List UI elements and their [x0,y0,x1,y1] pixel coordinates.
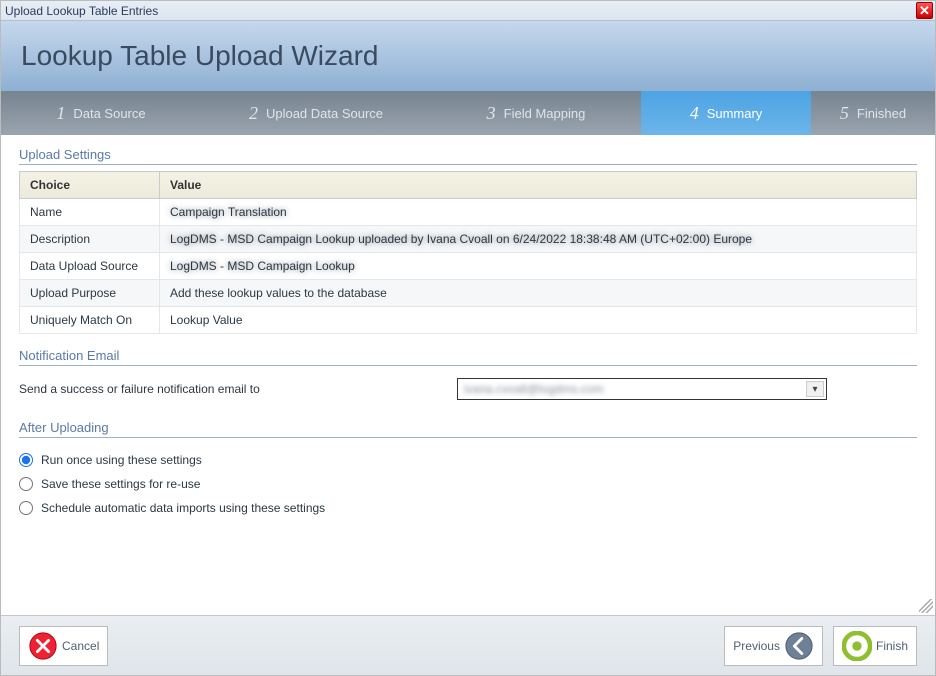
after-uploading-label: Schedule automatic data imports using th… [41,501,325,515]
step-summary[interactable]: 4 Summary [641,91,811,135]
col-value: Value [160,172,917,199]
wizard-banner: Lookup Table Upload Wizard [1,21,935,91]
setting-value: Add these lookup values to the database [160,280,917,307]
step-number: 3 [487,103,496,124]
step-finished[interactable]: 5 Finished [811,91,935,135]
step-data-source[interactable]: 1 Data Source [1,91,201,135]
cancel-icon [28,631,58,661]
after-uploading-option[interactable]: Save these settings for re-use [19,472,917,496]
after-uploading-label: Run once using these settings [41,453,202,467]
previous-button[interactable]: Previous [724,626,823,666]
table-row: DescriptionLogDMS - MSD Campaign Lookup … [20,226,917,253]
notification-email-title: Notification Email [19,348,917,366]
window-title: Upload Lookup Table Entries [5,4,158,18]
after-uploading-radio[interactable] [19,453,33,467]
table-row: NameCampaign Translation [20,199,917,226]
step-number: 5 [840,103,849,124]
content-area[interactable]: Upload Settings Choice Value NameCampaig… [1,135,935,615]
previous-label: Previous [733,639,780,653]
finish-button[interactable]: Finish [833,626,917,666]
step-label: Finished [857,106,906,121]
step-number: 1 [56,103,65,124]
step-number: 4 [690,103,699,124]
table-row: Uniquely Match OnLookup Value [20,307,917,334]
email-picker-button[interactable]: ▾ [806,381,824,397]
setting-value: LogDMS - MSD Campaign Lookup uploaded by… [160,226,917,253]
table-row: Data Upload SourceLogDMS - MSD Campaign … [20,253,917,280]
picker-icon: ▾ [812,384,817,395]
after-uploading-option[interactable]: Schedule automatic data imports using th… [19,496,917,520]
setting-choice: Upload Purpose [20,280,160,307]
after-uploading-radio[interactable] [19,477,33,491]
resize-grip[interactable] [919,599,933,613]
notification-row: Send a success or failure notification e… [19,372,917,406]
upload-settings-title: Upload Settings [19,147,917,165]
step-number: 2 [249,103,258,124]
notification-email-input[interactable]: ivana.cvoall@logdms.com ▾ [457,378,827,400]
upload-settings-table: Choice Value NameCampaign TranslationDes… [19,171,917,334]
table-row: Upload PurposeAdd these lookup values to… [20,280,917,307]
setting-choice: Name [20,199,160,226]
step-label: Upload Data Source [266,106,383,121]
setting-value: LogDMS - MSD Campaign Lookup [160,253,917,280]
finish-label: Finish [876,639,908,653]
step-upload-data-source[interactable]: 2 Upload Data Source [201,91,431,135]
after-uploading-label: Save these settings for re-use [41,477,200,491]
setting-choice: Uniquely Match On [20,307,160,334]
step-field-mapping[interactable]: 3 Field Mapping [431,91,641,135]
wizard-steps: 1 Data Source 2 Upload Data Source 3 Fie… [1,91,935,135]
cancel-button[interactable]: Cancel [19,626,108,666]
wizard-heading: Lookup Table Upload Wizard [21,40,378,72]
setting-choice: Description [20,226,160,253]
close-button[interactable]: ✕ [916,2,933,19]
setting-choice: Data Upload Source [20,253,160,280]
after-uploading-title: After Uploading [19,420,917,438]
after-uploading-option[interactable]: Run once using these settings [19,448,917,472]
close-icon: ✕ [919,4,930,17]
notification-email-value: ivana.cvoall@logdms.com [464,382,802,396]
setting-value: Lookup Value [160,307,917,334]
arrow-left-icon [784,631,814,661]
finish-icon [842,631,872,661]
notification-label: Send a success or failure notification e… [19,382,260,396]
setting-value: Campaign Translation [160,199,917,226]
col-choice: Choice [20,172,160,199]
titlebar: Upload Lookup Table Entries ✕ [1,1,935,21]
after-uploading-radio[interactable] [19,501,33,515]
step-label: Summary [707,106,763,121]
after-uploading-options: Run once using these settings Save these … [19,444,917,524]
wizard-footer: Cancel Previous Finish [1,615,935,675]
step-label: Data Source [73,106,145,121]
step-label: Field Mapping [504,106,586,121]
cancel-label: Cancel [62,639,99,653]
